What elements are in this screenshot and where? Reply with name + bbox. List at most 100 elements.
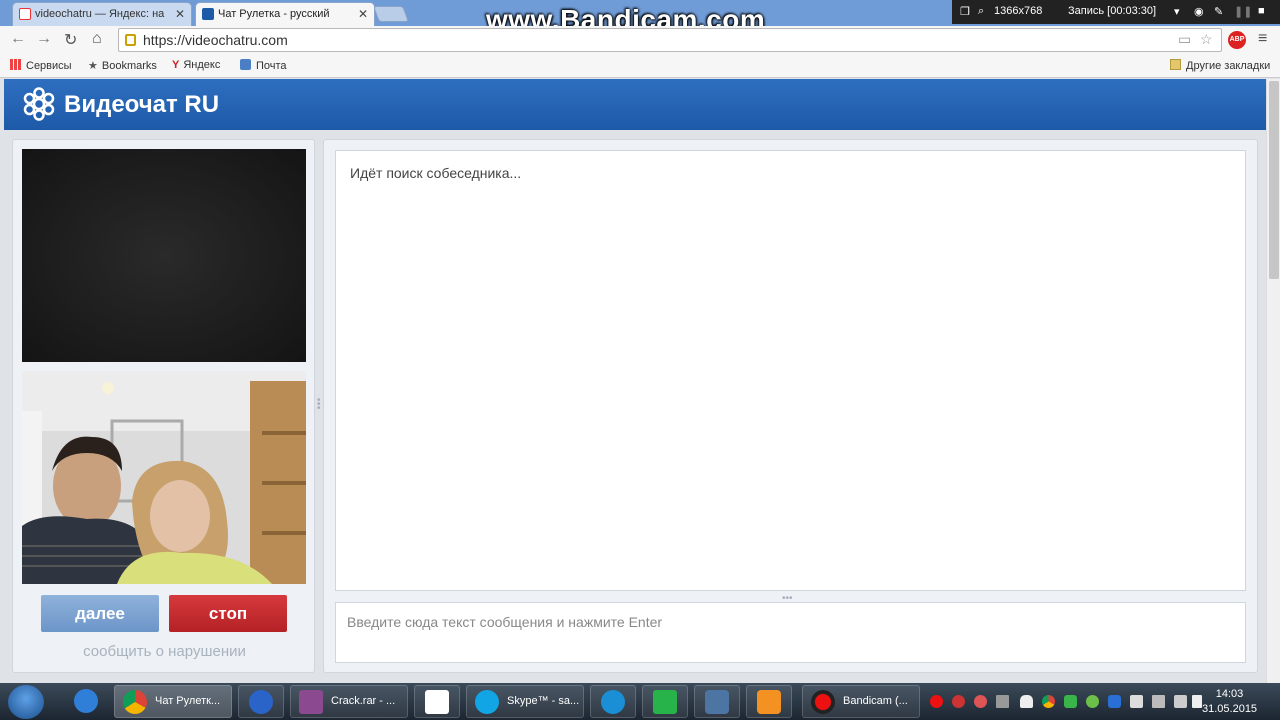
webcam-image [22, 371, 306, 584]
dropdown-icon[interactable]: ▾ [1174, 5, 1180, 18]
start-button[interactable] [8, 685, 44, 719]
star-icon: ★ [88, 60, 98, 72]
stop-button[interactable]: стоп [169, 595, 287, 632]
taskbar-a-app[interactable] [642, 685, 688, 718]
tray-antivirus-icon[interactable] [952, 695, 965, 708]
browser-toolbar: ← → ↻ ⌂ https://videochatru.com [0, 26, 1280, 54]
taskbar-mail-agent[interactable] [590, 685, 636, 718]
bandicam-icon [811, 690, 835, 714]
chat-log: Идёт поиск собеседника... [335, 150, 1246, 591]
chrome-icon [123, 690, 147, 714]
url-text: https://videochatru.com [143, 32, 288, 48]
taskbar-label: Bandicam (... [843, 695, 908, 707]
tab-chat-roulette[interactable]: Чат Рулетка - русский ✕ [195, 2, 375, 26]
resolution-label: 1366x768 [994, 5, 1043, 17]
taskbar-label: Чат Рулетк... [155, 695, 221, 707]
reload-icon[interactable]: ↻ [64, 30, 77, 50]
message-placeholder: Введите сюда текст сообщения и нажмите E… [347, 614, 663, 630]
apps-grid-icon [10, 59, 21, 70]
browser-menu-icon[interactable]: ≡ [1258, 30, 1267, 48]
tray-bluetooth-icon[interactable] [1108, 695, 1121, 708]
recording-timer: Запись [00:03:30] [1068, 5, 1157, 17]
taskbar-odnoklassniki[interactable] [746, 685, 792, 718]
tray-sync-icon[interactable] [1064, 695, 1077, 708]
help-icon [249, 690, 273, 714]
address-bar[interactable]: https://videochatru.com [118, 28, 1222, 52]
chat-status-text: Идёт поиск собеседника... [350, 165, 522, 181]
adblock-icon[interactable]: ABP [1228, 31, 1246, 49]
tray-clipboard-icon[interactable] [1130, 695, 1143, 708]
chat-panel: Идёт поиск собеседника... ••• Введите сю… [323, 139, 1258, 673]
close-tab-icon[interactable]: ✕ [358, 7, 368, 21]
tab-title: Чат Рулетка - русский [218, 8, 330, 20]
bookmark-label: Сервисы [26, 60, 72, 72]
videochat-favicon-icon [202, 8, 214, 20]
clock-date: 31.05.2015 [1202, 703, 1258, 715]
taskbar-apps[interactable] [414, 685, 460, 718]
other-bookmarks[interactable]: Другие закладки [1170, 59, 1270, 72]
bookmark-bookmarks[interactable]: ★ Bookmarks [88, 59, 157, 72]
taskbar-chrome[interactable]: Чат Рулетк... [114, 685, 232, 718]
new-tab-button[interactable] [373, 6, 409, 22]
pause-icon[interactable]: ❚❚ [1234, 5, 1252, 18]
yandex-icon: Y [172, 59, 180, 71]
bookmark-label: Яндекс [183, 59, 221, 71]
message-input[interactable]: Введите сюда текст сообщения и нажмите E… [335, 602, 1246, 663]
skype-icon [475, 690, 499, 714]
taskbar-help[interactable] [238, 685, 284, 718]
page-scrollbar[interactable] [1266, 79, 1280, 683]
report-violation-link[interactable]: сообщить о нарушении [13, 643, 316, 660]
film-reel-logo-icon [23, 87, 55, 121]
other-bookmarks-label: Другие закладки [1186, 60, 1271, 72]
screen: videochatru — Яндекс: на ✕ Чат Рулетка -… [0, 0, 1280, 720]
camera-blocked-icon[interactable]: ▭ [1178, 31, 1191, 48]
tab-yandex-search[interactable]: videochatru — Яндекс: на ✕ [12, 2, 192, 26]
taskbar-bandicam[interactable]: Bandicam (... [802, 685, 920, 718]
tray-icq-icon[interactable] [1086, 695, 1099, 708]
bookmark-mail[interactable]: Почта [240, 59, 287, 72]
bookmark-yandex[interactable]: Y Яндекс [172, 59, 220, 71]
tray-record-icon[interactable] [930, 695, 943, 708]
apps-icon [425, 690, 449, 714]
taskbar-vk[interactable] [694, 685, 740, 718]
back-icon[interactable]: ← [10, 30, 26, 48]
tray-volume-icon[interactable] [1174, 695, 1187, 708]
panel-resize-handle[interactable]: • • • [317, 396, 321, 414]
next-button[interactable]: далее [41, 595, 159, 632]
tray-flag-icon[interactable] [1192, 695, 1202, 708]
yandex-favicon-icon [19, 8, 31, 20]
vk-icon [705, 690, 729, 714]
mail-icon [240, 59, 251, 70]
tray-signal-icon[interactable] [996, 695, 1009, 708]
taskbar-winrar[interactable]: Crack.rar - ... [290, 685, 408, 718]
taskbar-clock[interactable]: 14:03 31.05.2015 [1202, 687, 1257, 717]
tray-chrome-icon[interactable] [1042, 695, 1055, 708]
tray-network-icon[interactable] [1152, 695, 1165, 708]
bandicam-recording-bar: ❐ ⌕ 1366x768 Запись [00:03:30] ▾ ◉ ✎ ❚❚ … [952, 0, 1280, 24]
remote-video [22, 149, 306, 362]
taskbar-label: Skype™ - sa... [507, 695, 580, 707]
bookmark-label: Почта [256, 60, 287, 72]
scrollbar-thumb[interactable] [1269, 81, 1279, 279]
taskbar-label: Crack.rar - ... [331, 695, 396, 707]
taskbar-skype[interactable]: Skype™ - sa... [466, 685, 584, 718]
camera-icon[interactable]: ◉ [1194, 5, 1204, 18]
pen-icon[interactable]: ✎ [1214, 5, 1223, 18]
site-logo-text[interactable]: Видеочат RU [64, 91, 219, 119]
bookmark-star-icon[interactable]: ☆ [1200, 31, 1213, 48]
folder-icon [1170, 59, 1181, 70]
tab-title: videochatru — Яндекс: на [35, 8, 165, 20]
winrar-icon [299, 690, 323, 714]
search-icon: ⌕ [978, 5, 985, 17]
tray-notification-icon[interactable] [1020, 695, 1033, 708]
bookmark-services[interactable]: Сервисы [10, 59, 72, 72]
taskbar-ie[interactable] [62, 685, 108, 718]
lock-icon [125, 34, 136, 46]
stop-record-icon[interactable]: ■ [1258, 5, 1265, 17]
close-tab-icon[interactable]: ✕ [175, 7, 185, 21]
site-header: Видеочат RU [4, 79, 1266, 130]
window-icon[interactable]: ❐ [960, 5, 970, 18]
tray-app-icon[interactable] [974, 695, 987, 708]
home-icon[interactable]: ⌂ [92, 30, 102, 48]
forward-icon[interactable]: → [36, 30, 52, 48]
